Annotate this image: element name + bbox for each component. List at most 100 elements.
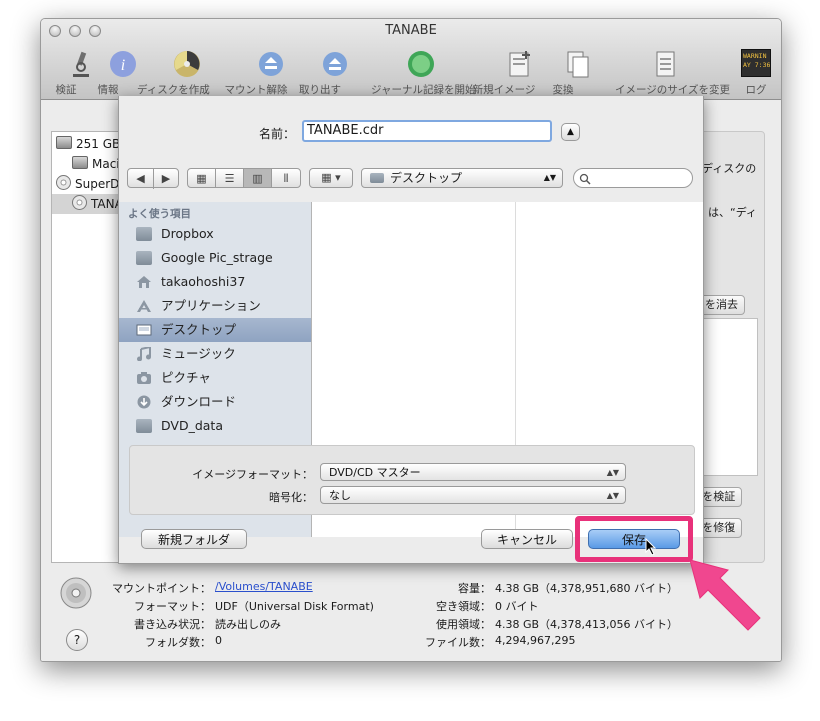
chevron-updown-icon: ▲▼ (606, 468, 619, 477)
desktop-icon (136, 324, 152, 336)
encryption-label: 暗号化： (269, 491, 313, 504)
window-title: TANABE (385, 23, 437, 38)
coverflow-view-icon[interactable]: ⦀ (272, 169, 300, 187)
erase-button[interactable]: を消去 (698, 295, 745, 315)
info-panel: ? マウントポイント： /Volumes/TANABE フォーマット： UDF（… (41, 567, 781, 661)
write-status-label: 書き込み状況： (134, 618, 211, 631)
favorite-label: ダウンロード (161, 394, 237, 409)
list-view-icon[interactable]: ☰ (216, 169, 244, 187)
nav-buttons: ◀ ▶ (127, 168, 179, 189)
mount-point-label: マウントポイント： (112, 582, 211, 595)
image-format-label: イメージフォーマット： (192, 468, 313, 481)
chevron-updown-icon: ▲▼ (543, 173, 556, 182)
panel-text: ディスクの (702, 162, 757, 175)
save-sheet: 名前： TANABE.cdr ▲ ◀ ▶ ▦ ☰ ▥ ⦀ ▦ ▾ デスクトップ … (118, 96, 704, 564)
folder-icon (136, 419, 152, 433)
favorite-label: DVD_data (161, 418, 223, 433)
used-space-value: 4.38 GB（4,378,413,056 バイト） (495, 618, 679, 631)
disk-icon (56, 136, 72, 149)
options-box: イメージフォーマット： DVD/CD マスター ▲▼ 暗号化： なし ▲▼ (129, 445, 695, 515)
mouse-cursor-icon (645, 538, 657, 556)
folder-icon (136, 227, 152, 241)
log-area (696, 318, 758, 476)
image-format-value: DVD/CD マスター (329, 466, 421, 479)
collapse-chevron-up-icon[interactable]: ▲ (561, 123, 580, 141)
info-icon: i (110, 51, 136, 77)
cancel-button[interactable]: キャンセル (481, 529, 573, 549)
superdrive-icon (56, 175, 71, 190)
save-button[interactable]: 保存 (588, 529, 680, 549)
svg-text:i: i (121, 57, 125, 74)
music-icon (137, 347, 151, 361)
filename-field[interactable]: TANABE.cdr (302, 120, 552, 142)
sidebar-item-desktop[interactable]: デスクトップ (119, 318, 311, 342)
home-icon (137, 276, 151, 288)
sidebar-item-dvd-data[interactable]: DVD_data (119, 414, 311, 438)
convert-icon (567, 51, 589, 78)
panel-text: は、“ディ (708, 206, 757, 219)
search-icon (579, 173, 591, 185)
favorite-label: Dropbox (161, 226, 214, 241)
format-label: フォーマット： (134, 600, 211, 613)
encryption-value: なし (329, 489, 351, 502)
cd-icon (72, 195, 87, 210)
toolbar-label: ジャーナル記録を開始 (371, 84, 476, 96)
icon-view-icon[interactable]: ▦ (188, 169, 216, 187)
sidebar-item-dropbox[interactable]: Dropbox (119, 222, 311, 246)
camera-icon (137, 372, 151, 384)
microscope-icon (73, 51, 89, 77)
favorite-label: アプリケーション (161, 298, 261, 313)
forward-arrow-icon[interactable]: ▶ (154, 169, 178, 189)
write-status-value: 読み出しのみ (215, 618, 281, 631)
location-popup[interactable]: デスクトップ ▲▼ (361, 168, 563, 188)
free-space-value: 0 バイト (495, 600, 539, 613)
favorite-label: Google Pic_strage (161, 250, 273, 265)
sidebar-item-pictures[interactable]: ピクチャ (119, 366, 311, 390)
favorite-label: ピクチャ (161, 370, 211, 385)
search-field[interactable] (573, 168, 693, 188)
toolbar-label: マウント解除 (224, 84, 288, 96)
sidebar-item-google-pic[interactable]: Google Pic_strage (119, 246, 311, 270)
favorites-header: よく使う項目 (128, 208, 191, 220)
toolbar-label: 情報 (97, 84, 119, 96)
used-space-label: 使用領域： (436, 618, 491, 631)
download-icon (137, 395, 151, 409)
mount-point-link[interactable]: /Volumes/TANABE (215, 580, 313, 593)
sidebar-item-downloads[interactable]: ダウンロード (119, 390, 311, 414)
filename-text: TANABE.cdr (307, 123, 384, 138)
applications-icon (137, 300, 151, 312)
files-label: ファイル数： (425, 636, 491, 649)
view-mode-control: ▦ ☰ ▥ ⦀ (187, 168, 301, 188)
log-icon: WARNIN AY 7:36 (741, 49, 771, 77)
folders-value: 0 (215, 634, 222, 647)
chevron-updown-icon: ▲▼ (606, 491, 619, 500)
favorite-label: デスクトップ (161, 322, 237, 337)
column-view-icon[interactable]: ▥ (244, 169, 272, 187)
back-arrow-icon[interactable]: ◀ (128, 169, 154, 189)
unmount-icon (259, 52, 283, 76)
burn-icon (174, 51, 200, 77)
image-format-popup[interactable]: DVD/CD マスター ▲▼ (320, 463, 626, 481)
new-folder-button[interactable]: 新規フォルダ (141, 529, 247, 549)
sidebar-item-music[interactable]: ミュージック (119, 342, 311, 366)
name-label: 名前： (259, 127, 296, 141)
folder-icon (136, 251, 152, 265)
sidebar-item-applications[interactable]: アプリケーション (119, 294, 311, 318)
toolbar-label: 変換 (552, 84, 574, 96)
encryption-popup[interactable]: なし ▲▼ (320, 486, 626, 504)
capacity-value: 4.38 GB（4,378,951,680 バイト） (495, 582, 679, 595)
free-space-label: 空き領域： (436, 600, 491, 613)
favorite-label: takaohoshi37 (161, 274, 246, 289)
new-image-icon (509, 51, 530, 77)
folder-icon (370, 173, 384, 183)
toolbar-label: イメージのサイズを変更 (615, 84, 730, 96)
resize-image-icon (656, 51, 675, 77)
journal-icon (408, 51, 434, 77)
toolbar-label: 取り出す (299, 84, 341, 96)
arrange-menu-icon[interactable]: ▦ ▾ (309, 168, 353, 188)
eject-icon (323, 52, 347, 76)
folders-label: フォルダ数： (145, 636, 211, 649)
location-label: デスクトップ (390, 171, 463, 185)
toolbar-label: ディスクを作成 (137, 84, 210, 96)
sidebar-item-home[interactable]: takaohoshi37 (119, 270, 311, 294)
